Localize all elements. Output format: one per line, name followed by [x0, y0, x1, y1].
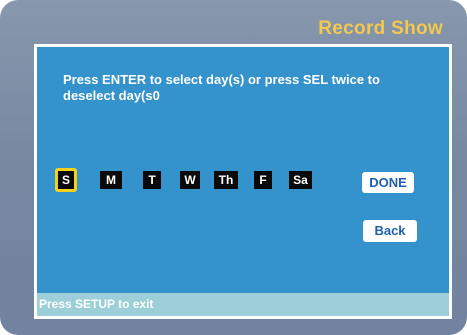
footer-bar: Press SETUP to exit [37, 293, 449, 316]
day-button-friday[interactable]: F [254, 171, 272, 189]
instruction-text: Press ENTER to select day(s) or press SE… [63, 72, 380, 103]
footer-text: Press SETUP to exit [39, 297, 154, 311]
day-button-sunday[interactable]: S [55, 168, 77, 192]
done-button[interactable]: DONE [362, 172, 414, 193]
day-button-saturday[interactable]: Sa [289, 171, 312, 189]
day-button-tuesday[interactable]: T [143, 171, 161, 189]
day-button-thursday[interactable]: Th [214, 171, 238, 189]
day-selection-panel: Press ENTER to select day(s) or press SE… [34, 44, 452, 319]
screen-title: Record Show [318, 18, 443, 39]
record-show-screen: Record Show Press ENTER to select day(s)… [0, 0, 467, 335]
day-button-monday[interactable]: M [100, 171, 122, 189]
day-button-wednesday[interactable]: W [180, 171, 200, 189]
back-button[interactable]: Back [363, 220, 417, 242]
